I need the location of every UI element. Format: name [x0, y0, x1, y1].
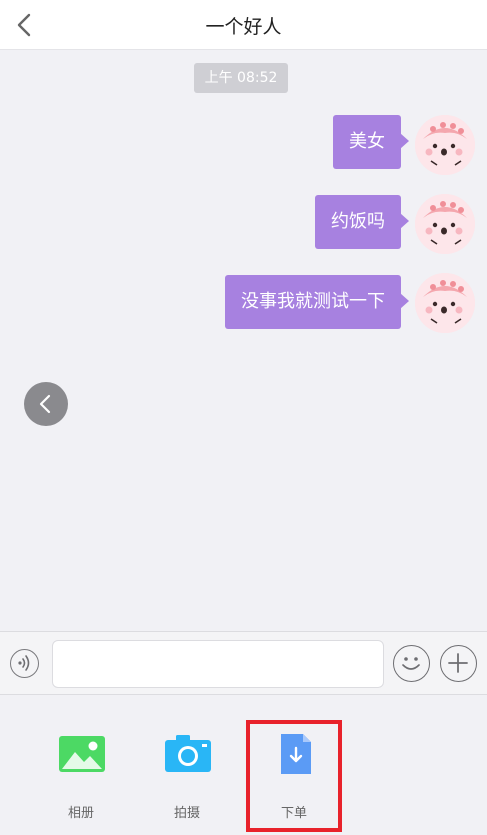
message-input[interactable]: [52, 640, 384, 688]
voice-icon: [18, 655, 30, 671]
extension-panel: 相册 拍摄 下单: [0, 696, 487, 835]
tool-label: 相册: [67, 806, 94, 821]
voice-button[interactable]: [10, 649, 39, 678]
tool-label: 拍摄: [173, 806, 200, 821]
avatar-image: [415, 273, 475, 333]
emoji-button[interactable]: [393, 645, 430, 682]
avatar[interactable]: [415, 194, 475, 254]
highlight-box: [246, 720, 342, 832]
message-bubble[interactable]: 约饭吗: [315, 195, 409, 249]
page-title: 一个好人: [205, 16, 282, 38]
input-bar: [0, 631, 487, 695]
more-button[interactable]: [440, 645, 477, 682]
message-bubble[interactable]: 美女: [333, 115, 409, 169]
camera-icon: [165, 735, 211, 772]
message-bubble[interactable]: 没事我就测试一下: [225, 275, 409, 329]
chevron-left-icon: [39, 394, 51, 414]
tool-album[interactable]: 相册: [36, 696, 126, 835]
floating-back-button[interactable]: [24, 382, 68, 426]
avatar[interactable]: [415, 273, 475, 333]
image-icon: [59, 736, 105, 772]
chat-area[interactable]: 上午 08:52 美女 约饭吗 没事我就测试一下: [0, 51, 487, 631]
nav-bar: 一个好人: [0, 0, 487, 50]
emoji-icon: [402, 657, 420, 670]
plus-icon: [448, 653, 468, 673]
avatar-image: [415, 115, 475, 175]
avatar-image: [415, 194, 475, 254]
timestamp-badge: 上午 08:52: [194, 63, 288, 93]
avatar[interactable]: [415, 115, 475, 175]
tool-camera[interactable]: 拍摄: [142, 696, 232, 835]
